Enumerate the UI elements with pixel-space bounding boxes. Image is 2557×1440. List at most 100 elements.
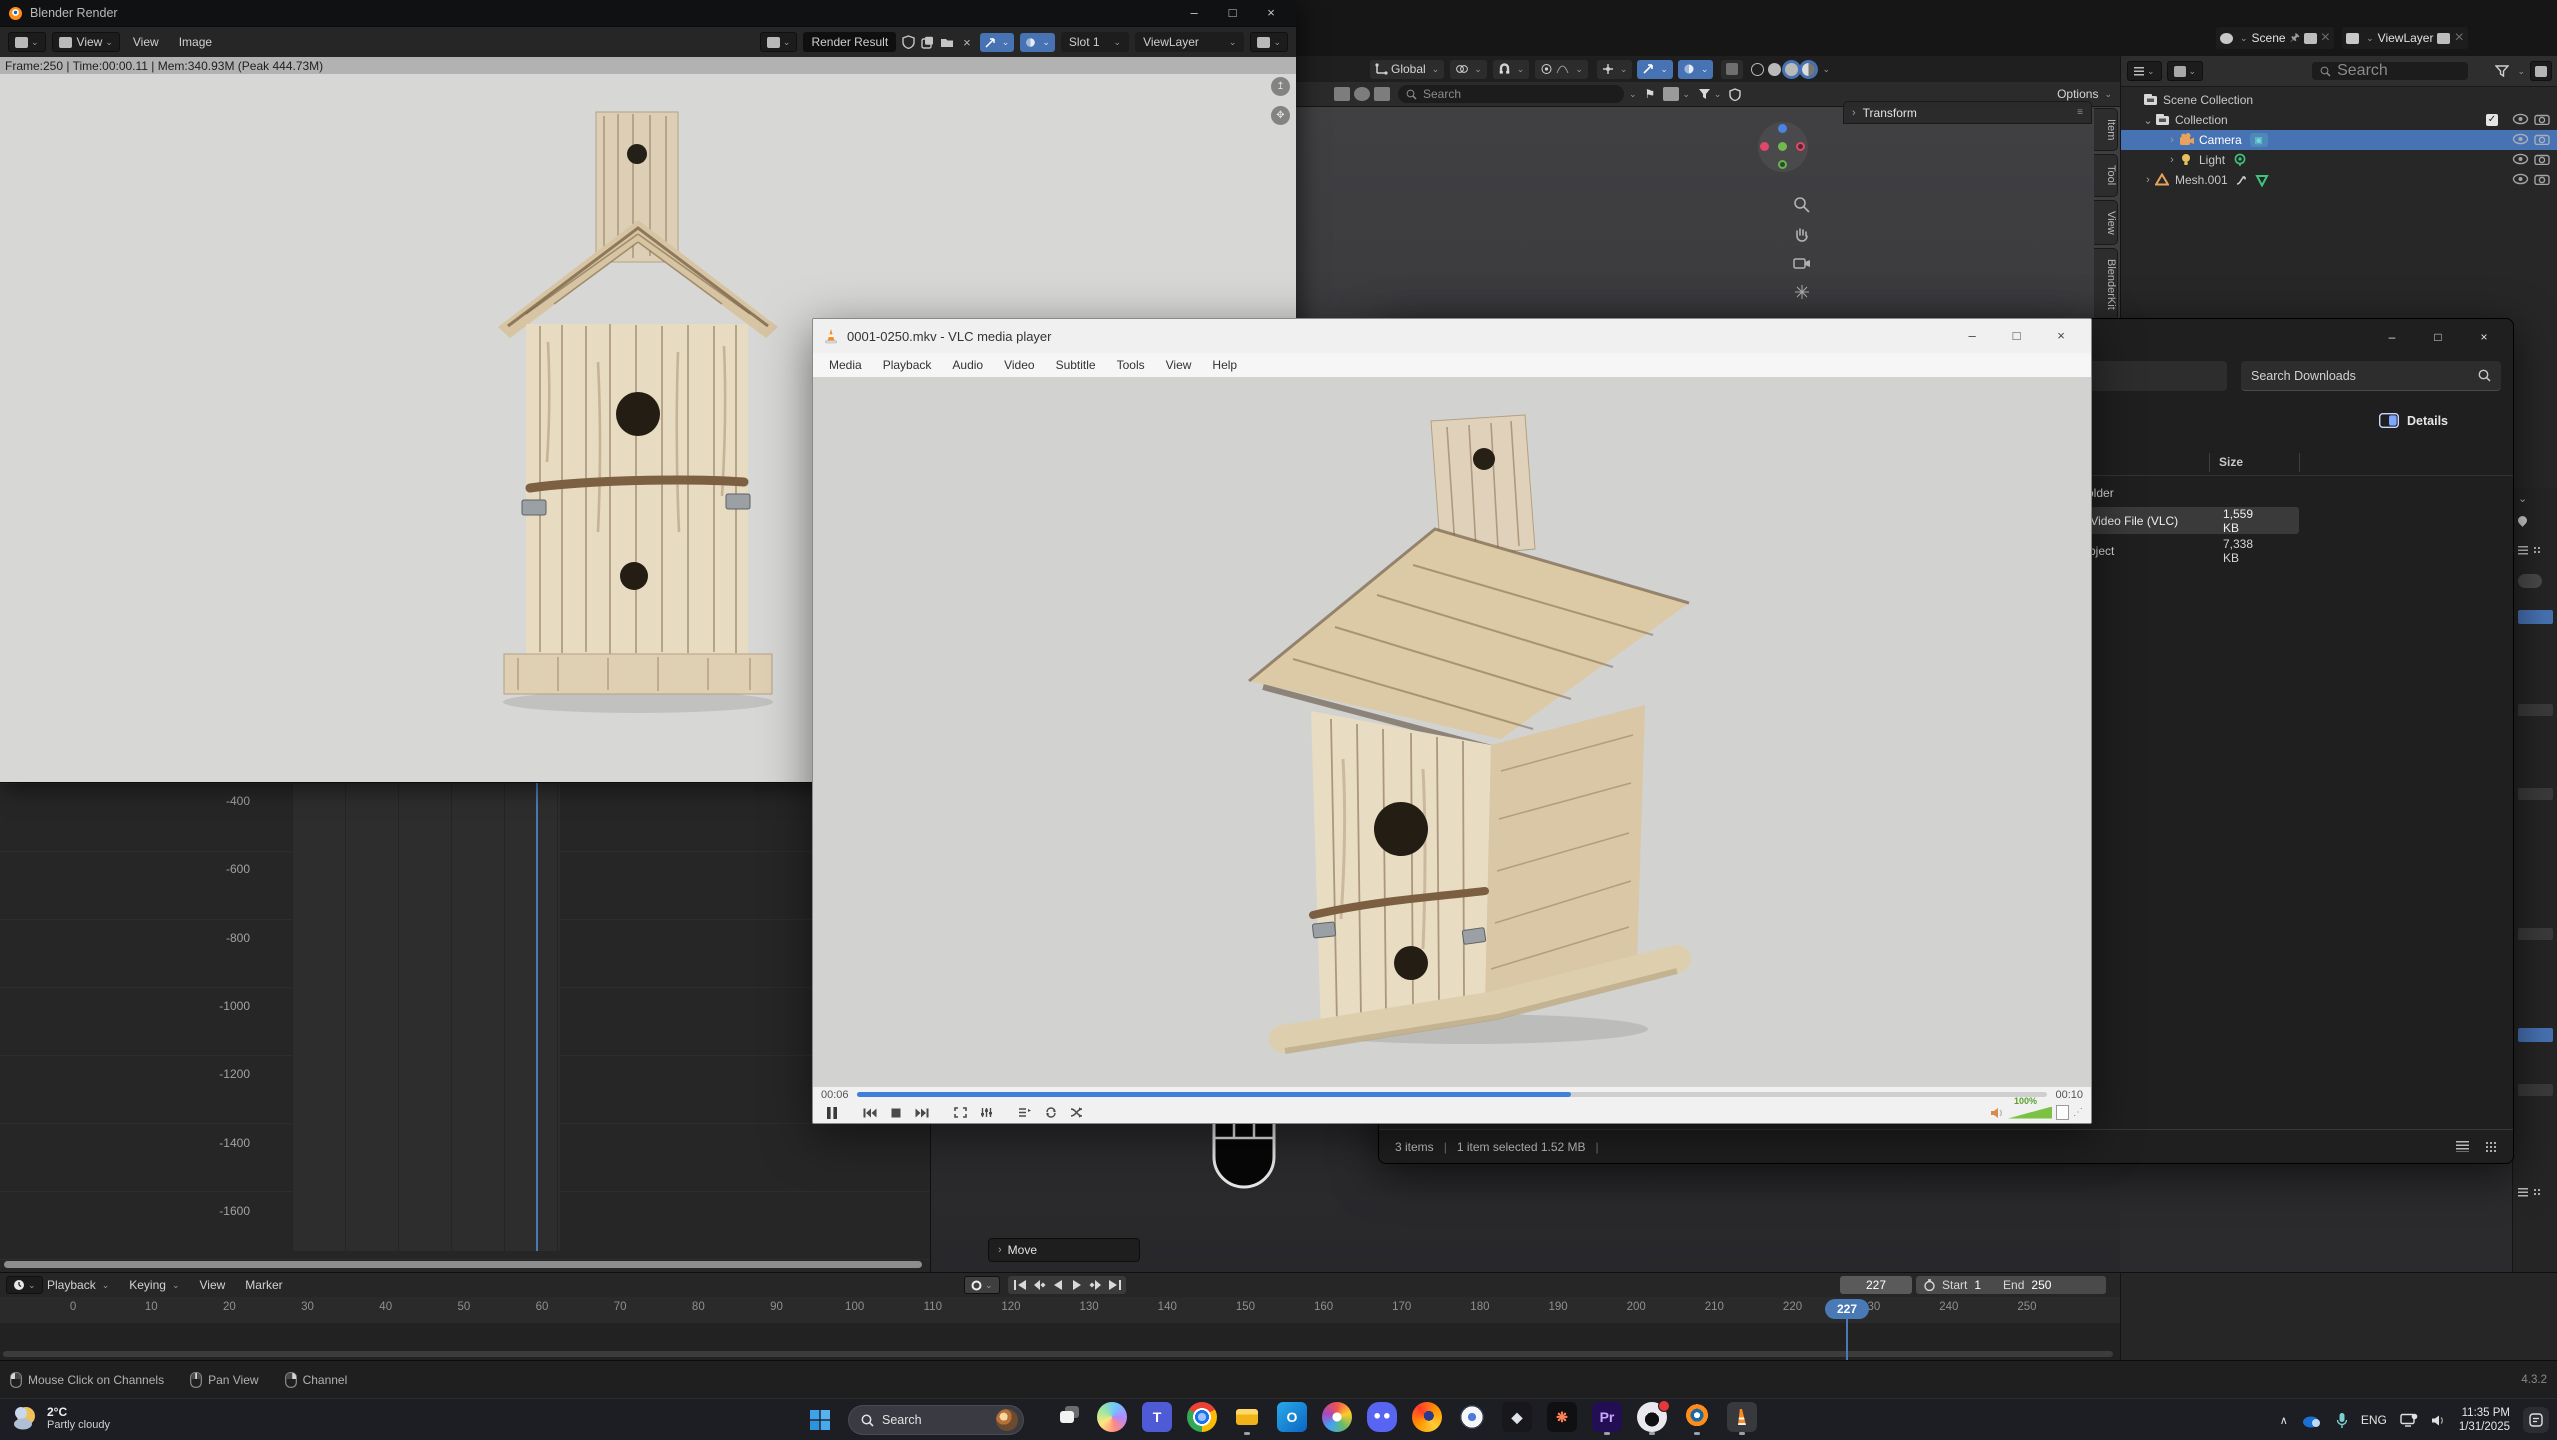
- explorer-search-input[interactable]: Search Downloads: [2241, 361, 2501, 391]
- category-icon[interactable]: [1663, 87, 1679, 101]
- maximize-button[interactable]: □: [1997, 328, 2037, 343]
- timeline-track-area[interactable]: [0, 1323, 2120, 1361]
- menu-item[interactable]: View: [190, 1278, 236, 1292]
- disable-render-toggle[interactable]: [2534, 173, 2550, 188]
- outliner-row[interactable]: ⌄ Collection ▣ ✓: [2121, 110, 2557, 130]
- image-overlay-button[interactable]: ✥: [1271, 106, 1290, 125]
- properties-row-fragment[interactable]: [2518, 788, 2553, 800]
- next-keyframe-button[interactable]: [1086, 1277, 1105, 1294]
- taskbar-app-icon[interactable]: [1457, 1402, 1487, 1432]
- volume-control[interactable]: 100% ⋰: [1990, 1105, 2083, 1120]
- panel-grip-icon[interactable]: ≡: [2077, 107, 2083, 118]
- hide-eye-toggle[interactable]: [2512, 173, 2529, 188]
- thumbnails-view-icon[interactable]: [2485, 1141, 2497, 1152]
- menu-item[interactable]: Marker: [235, 1278, 292, 1292]
- exclude-checkbox[interactable]: ✓: [2486, 114, 2498, 126]
- properties-row-fragment[interactable]: [2518, 610, 2553, 624]
- sidebar-tab[interactable]: BlenderKit: [2094, 248, 2118, 321]
- gizmo-move-toggle[interactable]: ⌄: [1637, 60, 1673, 79]
- outliner-row[interactable]: › Light ▣: [2121, 150, 2557, 170]
- outliner-row[interactable]: › Mesh.001 ▣: [2121, 170, 2557, 190]
- snap-target-dropdown[interactable]: ⌄: [1450, 60, 1487, 79]
- details-view-icon[interactable]: [2456, 1141, 2469, 1152]
- last-operator-panel[interactable]: › Move: [988, 1238, 1140, 1262]
- viewlayer-dropdown[interactable]: ViewLayer⌄: [1135, 32, 1244, 52]
- close-icon[interactable]: ×: [2321, 29, 2330, 47]
- shield-icon[interactable]: [1729, 88, 1741, 101]
- timeline-scrollbar[interactable]: [3, 1351, 2113, 1357]
- sidebar-tab[interactable]: Tool: [2094, 154, 2118, 196]
- image-menu[interactable]: Image: [172, 35, 219, 49]
- properties-row-fragment[interactable]: [2518, 1188, 2553, 1200]
- axis-gizmo[interactable]: [1758, 122, 1808, 172]
- taskbar-app-icon[interactable]: [1052, 1402, 1082, 1432]
- properties-row-fragment[interactable]: [2518, 704, 2553, 716]
- new-image-icon[interactable]: [921, 36, 934, 49]
- image-mode-dropdown[interactable]: View ⌄: [52, 32, 120, 52]
- overlays-icon-button[interactable]: ⌄: [1020, 33, 1055, 52]
- notification-center-button[interactable]: [2523, 1407, 2549, 1433]
- vlc-video-area[interactable]: [813, 377, 2091, 1087]
- volume-grip[interactable]: [2056, 1105, 2069, 1120]
- menu-item[interactable]: Audio: [952, 358, 983, 372]
- sidebar-tab[interactable]: View: [2094, 200, 2118, 246]
- outliner-row[interactable]: Scene Collection ▣: [2121, 90, 2557, 110]
- start-button[interactable]: [806, 1406, 834, 1434]
- loop-button[interactable]: [1039, 1104, 1061, 1122]
- transform-panel-header[interactable]: › Transform ≡: [1843, 101, 2092, 124]
- clock[interactable]: 11:35 PM 1/31/2025: [2459, 1406, 2510, 1434]
- maximize-button[interactable]: □: [1216, 5, 1250, 20]
- fullscreen-button[interactable]: [949, 1104, 971, 1122]
- view-menu[interactable]: View: [126, 35, 166, 49]
- proportional-editing-toggle[interactable]: ⌄: [1535, 60, 1588, 79]
- asset-search-input[interactable]: Search: [1398, 85, 1624, 103]
- pause-button[interactable]: [821, 1104, 843, 1122]
- frame-range-fields[interactable]: Start 1 End 250: [1916, 1276, 2106, 1294]
- scene-selector[interactable]: ⌄ Scene 🖈 ×: [2216, 27, 2334, 49]
- expander-icon[interactable]: ›: [2165, 134, 2179, 146]
- timeline-ruler[interactable]: 0102030405060708090100110120130140150160…: [0, 1297, 2120, 1323]
- minimize-button[interactable]: –: [2369, 320, 2415, 354]
- disable-render-toggle[interactable]: [2534, 133, 2550, 148]
- playhead-badge[interactable]: 227: [1825, 1299, 1869, 1319]
- overlays-toggle[interactable]: ⌄: [1678, 60, 1714, 79]
- menu-item[interactable]: Playback ⌄: [37, 1278, 119, 1292]
- taskbar-app-icon[interactable]: O: [1277, 1402, 1307, 1432]
- properties-row-fragment[interactable]: [2518, 1084, 2553, 1096]
- unlink-icon[interactable]: ×: [960, 35, 974, 50]
- volume-slider[interactable]: [2008, 1107, 2052, 1119]
- extended-settings-button[interactable]: [975, 1104, 997, 1122]
- maximize-button[interactable]: □: [2415, 320, 2461, 354]
- close-icon[interactable]: ×: [2454, 29, 2463, 47]
- viewlayer-selector[interactable]: ⌄ ViewLayer ×: [2342, 27, 2468, 49]
- expander-icon[interactable]: ›: [2141, 174, 2155, 186]
- jump-to-start-button[interactable]: [1010, 1277, 1029, 1294]
- taskbar-app-icon[interactable]: [1637, 1402, 1667, 1432]
- details-view-toggle[interactable]: Details: [2379, 413, 2448, 428]
- pin-icon[interactable]: 🖈: [2290, 29, 2300, 48]
- menu-item[interactable]: Playback: [883, 358, 932, 372]
- jump-to-end-button[interactable]: [1105, 1277, 1124, 1294]
- hide-eye-toggle[interactable]: [2512, 153, 2529, 168]
- funnel-filter-icon[interactable]: [2495, 65, 2509, 77]
- open-folder-icon[interactable]: [940, 36, 954, 48]
- image-browse-dropdown[interactable]: ⌄: [760, 32, 798, 52]
- snap-toggle[interactable]: ⌄: [1493, 60, 1530, 79]
- shuffle-button[interactable]: [1065, 1104, 1087, 1122]
- taskbar-app-icon[interactable]: [1367, 1402, 1397, 1432]
- next-button[interactable]: [911, 1104, 933, 1122]
- disable-render-toggle[interactable]: [2534, 153, 2550, 168]
- slot-dropdown[interactable]: Slot 1⌄: [1061, 32, 1129, 52]
- close-button[interactable]: ×: [1254, 5, 1288, 20]
- disable-render-toggle[interactable]: [2534, 113, 2550, 128]
- outliner-filter-dropdown[interactable]: ⌄: [2167, 61, 2204, 81]
- display-channels-dropdown[interactable]: ⌄: [1250, 32, 1288, 52]
- menu-item[interactable]: Subtitle: [1056, 358, 1096, 372]
- minimize-button[interactable]: –: [1952, 328, 1992, 343]
- microphone-icon[interactable]: [2336, 1412, 2348, 1429]
- weather-widget[interactable]: 2°C Partly cloudy: [10, 1403, 110, 1433]
- taskbar-app-icon[interactable]: [1322, 1402, 1352, 1432]
- current-frame-field[interactable]: 227: [1840, 1276, 1912, 1294]
- graph-playhead[interactable]: [536, 783, 538, 1251]
- close-button[interactable]: ×: [2041, 328, 2081, 343]
